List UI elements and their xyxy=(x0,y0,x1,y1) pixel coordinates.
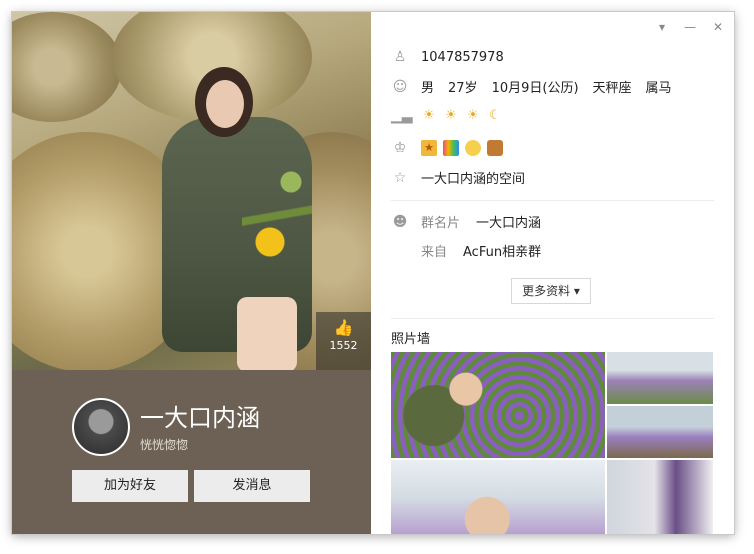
photo-wall-title: 照片墙 xyxy=(391,332,431,347)
qq-number: 1047857978 xyxy=(421,49,504,65)
app-icon[interactable] xyxy=(443,140,459,156)
duck-icon[interactable] xyxy=(465,140,481,156)
group-icon: ☻ xyxy=(392,213,408,230)
qq-number-row: ♙ 1047857978 xyxy=(391,48,504,66)
group-card-label: 群名片 xyxy=(421,216,461,231)
photo-thumbnail[interactable] xyxy=(607,406,713,458)
space-link[interactable]: 一大口内涵的空间 xyxy=(421,168,525,187)
avatar[interactable] xyxy=(72,398,130,456)
thumbs-up-icon: 👍 xyxy=(333,318,354,337)
dropdown-icon[interactable]: ▾ xyxy=(654,20,670,34)
cover-photo[interactable]: 👍 1552 xyxy=(12,12,371,370)
vip-row: ♔ ★ xyxy=(391,139,509,157)
send-message-button[interactable]: 发消息 xyxy=(194,470,310,502)
zodiac: 属马 xyxy=(645,81,672,96)
like-count: 1552 xyxy=(329,339,358,352)
photo-thumbnail[interactable] xyxy=(391,352,605,458)
profile-right-pane: ▾ — ✕ ♙ 1047857978 ☺ 男 27岁 10月9日(公历) 天秤座… xyxy=(371,12,734,534)
photo-thumbnail[interactable] xyxy=(607,352,713,404)
add-friend-button[interactable]: 加为好友 xyxy=(72,470,188,502)
person-icon: ☺ xyxy=(392,78,408,95)
minimize-icon[interactable]: — xyxy=(682,20,698,34)
close-icon[interactable]: ✕ xyxy=(710,20,726,34)
profile-window: 👍 1552 一大口内涵 恍恍惚惚 加为好友 发消息 ▾ — ✕ ♙ 10478… xyxy=(12,12,734,534)
space-row: ☆ 一大口内涵的空间 xyxy=(391,168,525,188)
sun-icon[interactable]: ☀ xyxy=(443,108,459,124)
constellation: 天秤座 xyxy=(592,81,632,96)
photo-thumbnail[interactable] xyxy=(607,460,713,534)
profile-left-pane: 👍 1552 一大口内涵 恍恍惚惚 加为好友 发消息 xyxy=(12,12,371,534)
divider xyxy=(391,318,714,319)
group-card-value: 一大口内涵 xyxy=(476,216,542,231)
photo-thumbnail[interactable] xyxy=(391,460,605,534)
level-row: ▁▃ ☀ ☀ ☀ ☾ xyxy=(391,107,509,125)
moon-icon[interactable]: ☾ xyxy=(487,108,503,124)
group-card-row: ☻ 群名片 一大口内涵 xyxy=(391,212,542,232)
more-info-button[interactable]: 更多资料 ▾ xyxy=(511,278,591,304)
level-chart-icon: ▁▃ xyxy=(391,108,413,124)
from-row: 来自 AcFun相亲群 xyxy=(391,241,541,260)
bear-icon[interactable] xyxy=(487,140,503,156)
like-button[interactable]: 👍 1552 xyxy=(316,312,371,370)
sun-icon[interactable]: ☀ xyxy=(465,108,481,124)
crown-icon: ♔ xyxy=(393,140,407,156)
gender: 男 xyxy=(421,81,435,96)
basic-info-row: ☺ 男 27岁 10月9日(公历) 天秤座 属马 xyxy=(391,77,686,97)
age: 27岁 xyxy=(448,81,478,96)
profile-panel: 一大口内涵 恍恍惚惚 加为好友 发消息 xyxy=(12,370,371,534)
sun-icon[interactable]: ☀ xyxy=(421,108,437,124)
penguin-icon: ♙ xyxy=(393,49,407,65)
star-vip-icon[interactable]: ★ xyxy=(421,140,437,156)
signature: 恍恍惚惚 xyxy=(140,438,189,452)
birthday: 10月9日(公历) xyxy=(491,81,579,96)
from-value: AcFun相亲群 xyxy=(463,245,542,260)
divider xyxy=(391,200,714,201)
from-label: 来自 xyxy=(421,245,448,260)
window-controls: ▾ — ✕ xyxy=(654,20,726,34)
star-outline-icon: ☆ xyxy=(393,169,407,186)
nickname: 一大口内涵 xyxy=(140,404,260,432)
